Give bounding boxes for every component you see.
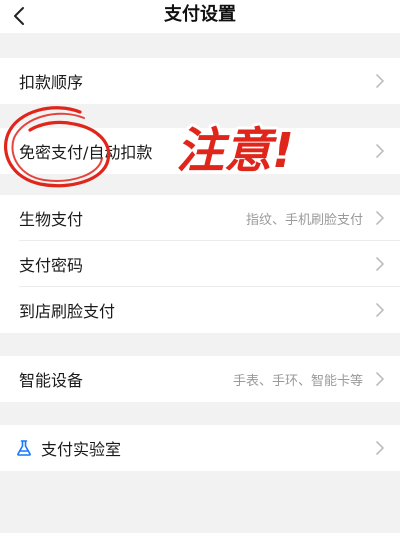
settings-item-payment-lab[interactable]: 支付实验室 bbox=[0, 425, 400, 471]
chevron-right-icon bbox=[374, 211, 386, 225]
settings-item-label: 智能设备 bbox=[19, 371, 84, 390]
settings-item-label: 生物支付 bbox=[19, 210, 84, 229]
settings-item-value: 指纹、手机刷脸支付 bbox=[245, 212, 363, 228]
chevron-right-icon bbox=[374, 74, 386, 88]
settings-item-label: 扣款顺序 bbox=[19, 73, 84, 92]
settings-item-password-free-payment[interactable]: 免密支付/自动扣款 bbox=[0, 128, 400, 174]
settings-item-biometric-payment[interactable]: 生物支付 指纹、手机刷脸支付 bbox=[0, 195, 400, 241]
chevron-right-icon bbox=[374, 372, 386, 386]
settings-item-label: 支付实验室 bbox=[41, 440, 122, 459]
settings-item-deduction-order[interactable]: 扣款顺序 bbox=[0, 58, 400, 104]
settings-item-in-store-face-payment[interactable]: 到店刷脸支付 bbox=[0, 287, 400, 333]
chevron-right-icon bbox=[374, 144, 386, 158]
settings-item-payment-password[interactable]: 支付密码 bbox=[0, 241, 400, 287]
chevron-right-icon bbox=[374, 441, 386, 455]
settings-item-label: 到店刷脸支付 bbox=[19, 302, 116, 321]
settings-item-smart-device[interactable]: 智能设备 手表、手环、智能卡等 bbox=[0, 356, 400, 402]
flask-icon bbox=[15, 439, 33, 457]
settings-item-label: 支付密码 bbox=[19, 256, 84, 275]
settings-item-value: 手表、手环、智能卡等 bbox=[232, 373, 363, 389]
page-title: 支付设置 bbox=[164, 4, 236, 25]
top-bar: 支付设置 bbox=[0, 0, 400, 33]
chevron-right-icon bbox=[374, 303, 386, 317]
chevron-right-icon bbox=[374, 257, 386, 271]
settings-item-label: 免密支付/自动扣款 bbox=[19, 143, 153, 162]
